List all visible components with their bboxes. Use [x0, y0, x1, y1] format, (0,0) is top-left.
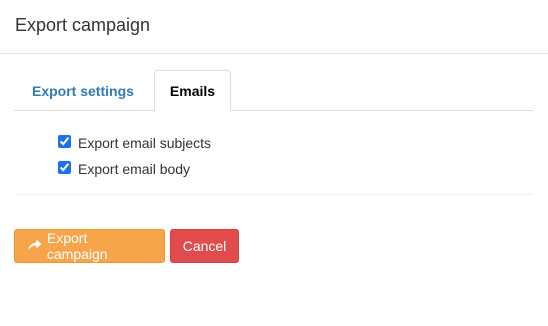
export-subjects-checkbox[interactable] [58, 134, 71, 148]
modal-title: Export campaign [15, 15, 151, 35]
export-campaign-modal: Export campaign Export settings Emails E… [0, 0, 548, 326]
tab-bar: Export settings Emails [14, 70, 533, 112]
tab-emails[interactable]: Emails [153, 70, 232, 112]
export-body-checkbox[interactable] [58, 160, 71, 174]
option-export-subjects[interactable]: Export email subjects [58, 133, 533, 153]
option-export-body[interactable]: Export email body [58, 159, 533, 179]
export-subjects-label: Export email subjects [78, 135, 212, 151]
tab-export-settings[interactable]: Export settings [14, 70, 152, 111]
export-campaign-label: Export campaign [46, 230, 108, 262]
emails-tab-pane: Export email subjects Export email body [15, 111, 533, 195]
export-body-label: Export email body [78, 161, 191, 177]
export-campaign-button[interactable]: Export campaign [14, 229, 165, 263]
cancel-button[interactable]: Cancel [170, 229, 239, 263]
cancel-label: Cancel [182, 238, 227, 254]
modal-footer: Export campaign Cancel [14, 229, 244, 263]
modal-body: Export settings Emails Export email subj… [0, 54, 548, 195]
share-arrow-icon [28, 239, 42, 250]
modal-header: Export campaign [0, 0, 548, 54]
